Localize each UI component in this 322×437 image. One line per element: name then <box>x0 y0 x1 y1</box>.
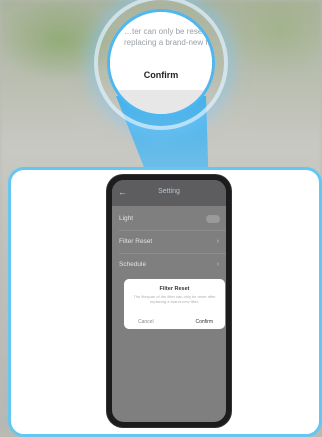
dialog-body: The lifespan of the filter can only be r… <box>133 294 216 304</box>
page-title: Setting <box>158 188 180 195</box>
phone-screen: ← Setting Light Filter Reset › Schedule … <box>112 180 226 422</box>
cancel-button[interactable]: Cancel <box>138 319 154 325</box>
settings-row-light[interactable]: Light <box>112 208 226 230</box>
dialog-title: Filter Reset <box>159 286 190 292</box>
settings-row-label: Filter Reset <box>119 238 153 245</box>
phone: ← Setting Light Filter Reset › Schedule … <box>107 175 231 427</box>
magnifier-confirm-button[interactable]: Confirm <box>110 70 212 80</box>
light-toggle[interactable] <box>206 215 220 223</box>
settings-row-label: Schedule <box>119 261 147 268</box>
magnifier-dialog-text: …ter can only be reset after replacing a… <box>124 27 215 47</box>
confirm-button[interactable]: Confirm <box>195 319 213 325</box>
magnifier-lower-area <box>110 90 212 114</box>
magnifier-lens: …ter can only be reset after replacing a… <box>107 9 215 117</box>
settings-row-label: Light <box>119 215 134 222</box>
filter-reset-dialog: Filter Reset The lifespan of the filter … <box>124 279 225 329</box>
settings-row-schedule[interactable]: Schedule › <box>112 254 226 276</box>
settings-row-filter-reset[interactable]: Filter Reset › <box>112 231 226 253</box>
app-header: ← Setting <box>112 180 226 206</box>
chevron-right-icon: › <box>216 261 219 268</box>
chevron-right-icon: › <box>216 238 219 245</box>
